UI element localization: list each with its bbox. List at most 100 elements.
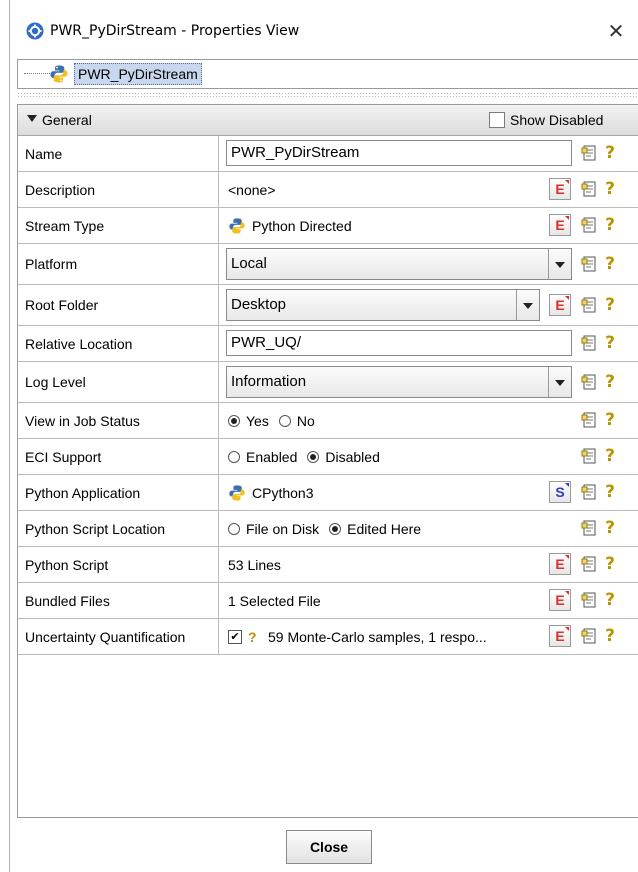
- help-icon[interactable]: ?: [603, 626, 617, 646]
- help-icon[interactable]: ?: [603, 143, 617, 163]
- radio-edited-here[interactable]: [329, 522, 342, 535]
- radio-no[interactable]: [278, 414, 291, 427]
- edit-glyph: E: [555, 181, 565, 197]
- property-row-relative-location: Relative Location PWR_UQ/ ?: [18, 326, 638, 362]
- property-row-python-application: Python Application CPython3 S ?: [18, 475, 638, 511]
- gear-icon: [26, 22, 44, 40]
- property-row-description: Description <none> E ?: [18, 172, 638, 208]
- edit-button[interactable]: E: [549, 214, 571, 236]
- property-label: Relative Location: [18, 326, 219, 361]
- property-row-view-job-status: View in Job Status Yes No ?: [18, 403, 638, 439]
- uq-status-icon: ?: [248, 628, 257, 645]
- group-header-general[interactable]: General Show Disabled: [18, 105, 638, 136]
- radio-file-on-disk[interactable]: [228, 522, 240, 535]
- help-icon[interactable]: ?: [603, 179, 617, 199]
- help-icon[interactable]: ?: [603, 482, 617, 502]
- help-icon[interactable]: ?: [603, 590, 617, 610]
- tree-node-label[interactable]: PWR_PyDirStream: [74, 63, 202, 85]
- splitter-handle[interactable]: [17, 92, 638, 98]
- help-icon[interactable]: ?: [603, 446, 617, 466]
- radio-file-on-disk-label[interactable]: File on Disk: [246, 521, 319, 537]
- uq-text: 59 Monte-Carlo samples, 1 respo...: [268, 628, 487, 645]
- help-icon[interactable]: ?: [603, 518, 617, 538]
- property-label: Python Script: [18, 547, 219, 582]
- help-icon[interactable]: ?: [603, 372, 617, 392]
- property-label: Root Folder: [18, 285, 219, 325]
- edit-button[interactable]: E: [549, 625, 571, 647]
- python-application-text: CPython3: [252, 484, 314, 501]
- property-label: ECI Support: [18, 439, 219, 474]
- properties-panel: General Show Disabled Name PWR_PyDirStre…: [17, 104, 638, 818]
- edit-button[interactable]: E: [549, 553, 571, 575]
- property-doc-icon[interactable]: [580, 482, 600, 502]
- show-disabled-checkbox[interactable]: [489, 112, 505, 128]
- edit-glyph: E: [555, 628, 565, 644]
- collapse-triangle-icon[interactable]: [27, 115, 37, 122]
- property-doc-icon[interactable]: [580, 333, 600, 353]
- property-doc-icon[interactable]: [580, 446, 600, 466]
- uq-checkbox[interactable]: ✔: [228, 629, 242, 644]
- radio-yes-label[interactable]: Yes: [246, 413, 269, 429]
- property-row-root-folder: Root Folder Desktop E ?: [18, 285, 638, 326]
- edit-glyph: E: [555, 217, 565, 233]
- python-application-value: CPython3: [228, 475, 313, 510]
- show-disabled-label[interactable]: Show Disabled: [510, 112, 603, 128]
- chevron-down-icon: [555, 262, 565, 268]
- log-level-dropdown[interactable]: Information: [226, 366, 572, 398]
- property-doc-icon[interactable]: [580, 410, 600, 430]
- script-select-button[interactable]: S: [549, 481, 571, 503]
- radio-disabled[interactable]: [307, 450, 320, 463]
- group-title: General: [42, 112, 92, 128]
- property-doc-icon[interactable]: [580, 254, 600, 274]
- radio-enabled-label[interactable]: Enabled: [246, 449, 297, 465]
- eci-support-radios: Enabled Disabled: [228, 439, 380, 474]
- property-doc-icon[interactable]: [580, 626, 600, 646]
- close-window-icon[interactable]: ✕: [604, 18, 628, 44]
- radio-enabled[interactable]: [228, 450, 240, 463]
- help-icon[interactable]: ?: [603, 295, 617, 315]
- edit-button[interactable]: E: [549, 178, 571, 200]
- platform-dropdown[interactable]: Local: [226, 248, 572, 280]
- property-doc-icon[interactable]: [580, 143, 600, 163]
- property-doc-icon[interactable]: [580, 554, 600, 574]
- property-doc-icon[interactable]: [580, 295, 600, 315]
- close-button[interactable]: Close: [286, 830, 372, 864]
- help-icon[interactable]: ?: [603, 333, 617, 353]
- help-icon[interactable]: ?: [603, 410, 617, 430]
- python-icon: [50, 65, 68, 83]
- script-glyph: S: [555, 484, 565, 500]
- edit-button[interactable]: E: [549, 589, 571, 611]
- radio-yes[interactable]: [228, 414, 240, 427]
- log-level-value: Information: [231, 373, 307, 390]
- property-doc-icon[interactable]: [580, 518, 600, 538]
- radio-no-label[interactable]: No: [297, 413, 315, 429]
- python-script-value: 53 Lines: [228, 556, 281, 573]
- property-table: Name PWR_PyDirStream ? Description <none…: [18, 136, 638, 655]
- help-icon[interactable]: ?: [603, 254, 617, 274]
- property-doc-icon[interactable]: [580, 215, 600, 235]
- property-row-uncertainty-quantification: Uncertainty Quantification ✔ ? 59 Monte-…: [18, 619, 638, 655]
- title-bar: PWR_PyDirStream - Properties View ✕: [10, 10, 638, 54]
- relative-location-field[interactable]: PWR_UQ/: [226, 330, 572, 356]
- property-row-log-level: Log Level Information ?: [18, 362, 638, 403]
- description-value: <none>: [228, 181, 276, 198]
- chevron-down-icon: [555, 380, 565, 386]
- edit-button[interactable]: E: [549, 294, 571, 316]
- tree-connector: [24, 73, 52, 75]
- name-field[interactable]: PWR_PyDirStream: [226, 140, 572, 166]
- property-doc-icon[interactable]: [580, 590, 600, 610]
- root-folder-dropdown[interactable]: Desktop: [226, 289, 540, 321]
- radio-disabled-label[interactable]: Disabled: [325, 449, 379, 465]
- tree-view[interactable]: PWR_PyDirStream: [17, 59, 638, 89]
- platform-value: Local: [231, 255, 267, 272]
- uq-value: ✔ ? 59 Monte-Carlo samples, 1 respo...: [228, 619, 487, 654]
- property-doc-icon[interactable]: [580, 372, 600, 392]
- help-icon[interactable]: ?: [603, 215, 617, 235]
- property-row-stream-type: Stream Type Python Directed E ?: [18, 208, 638, 244]
- property-label: Python Application: [18, 475, 219, 510]
- property-label: Stream Type: [18, 208, 219, 243]
- radio-edited-here-label[interactable]: Edited Here: [347, 521, 421, 537]
- help-icon[interactable]: ?: [603, 554, 617, 574]
- property-doc-icon[interactable]: [580, 179, 600, 199]
- window-left-edge: [9, 0, 10, 872]
